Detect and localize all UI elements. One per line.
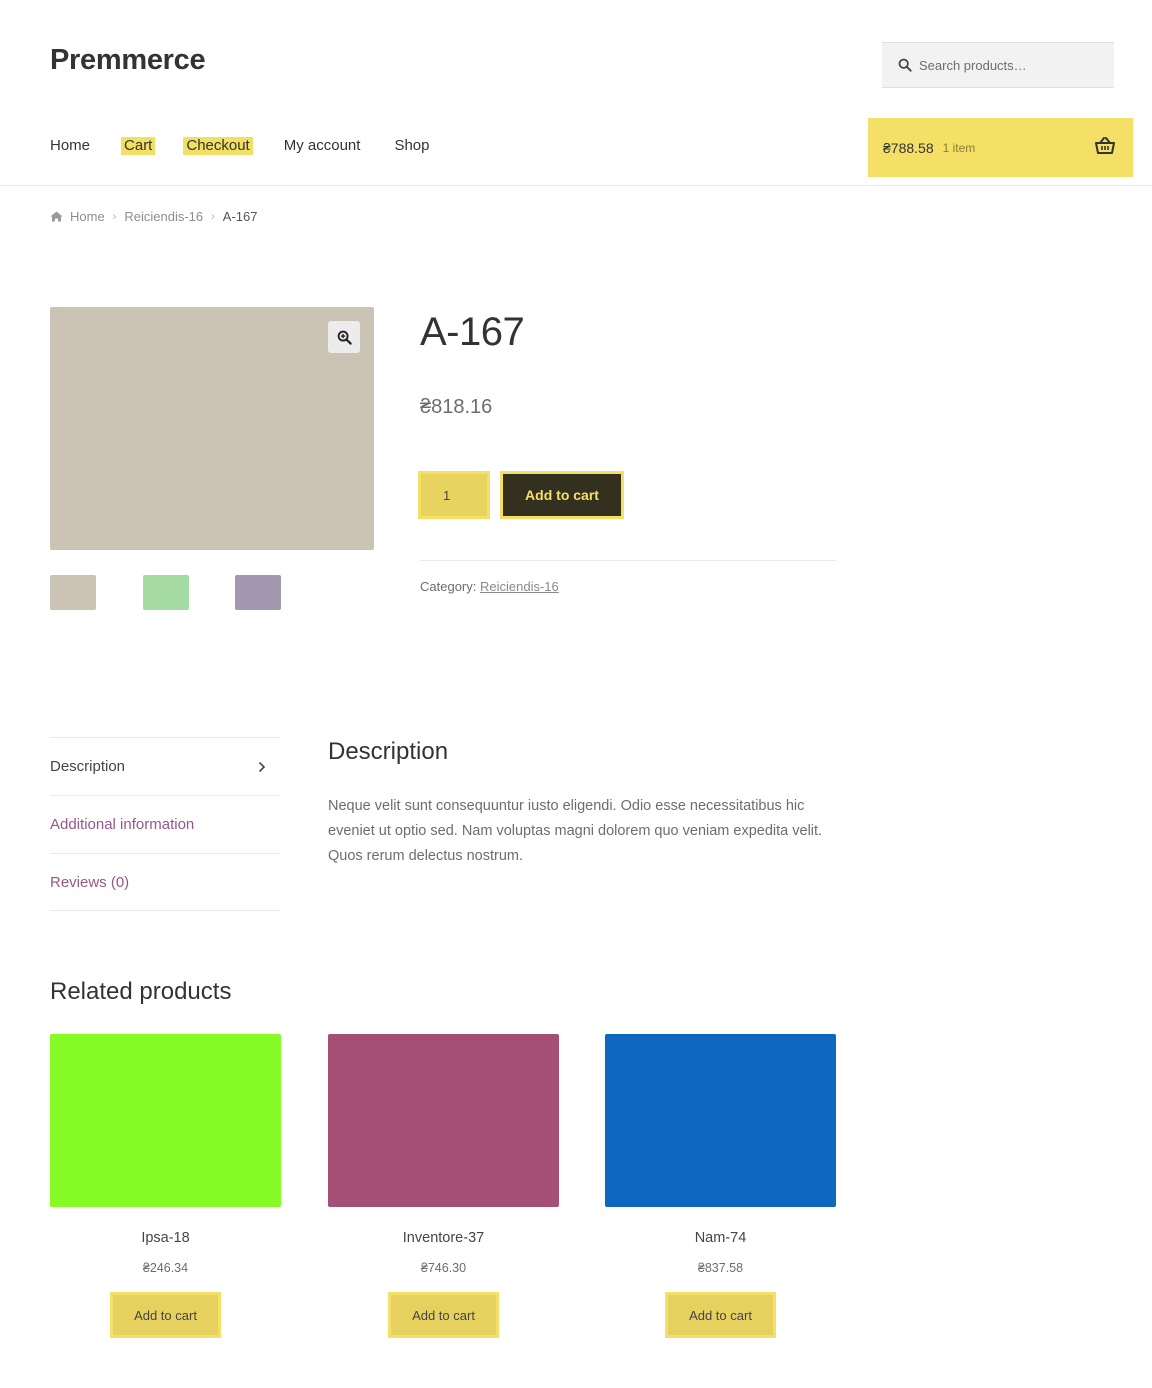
primary-navigation: Home Cart Checkout My account Shop: [50, 137, 463, 155]
cart-item-count: 1 item: [942, 140, 976, 155]
related-product-image[interactable]: [328, 1034, 559, 1207]
chevron-right-icon: ›: [211, 210, 215, 223]
tab-reviews[interactable]: Reviews (0): [50, 853, 280, 911]
header-cart-button[interactable]: ₴788.58 1 item: [868, 118, 1133, 177]
product-thumbnail[interactable]: [50, 575, 96, 610]
tab-label: Description: [50, 758, 126, 775]
add-to-cart-button[interactable]: Add to cart: [500, 471, 624, 519]
tab-label: Reviews (0): [50, 873, 130, 891]
cart-amount: ₴788.58: [883, 139, 934, 156]
breadcrumb-home[interactable]: Home: [70, 209, 105, 224]
zoom-in-icon: [337, 330, 352, 345]
zoom-button[interactable]: [328, 321, 360, 353]
related-add-to-cart-button[interactable]: Add to cart: [110, 1292, 221, 1338]
related-products-heading: Related products: [50, 978, 232, 1005]
product-thumbnail[interactable]: [143, 575, 189, 610]
nav-item-checkout[interactable]: Checkout: [183, 137, 253, 155]
product-tabs: Description Additional information Revie…: [50, 737, 280, 911]
quantity-input[interactable]: [418, 471, 490, 519]
related-add-to-cart-button[interactable]: Add to cart: [665, 1292, 776, 1338]
header-divider: [0, 185, 1152, 186]
nav-item-my-account[interactable]: My account: [284, 137, 361, 155]
product-main-image[interactable]: [50, 307, 374, 550]
related-product-image[interactable]: [50, 1034, 281, 1207]
nav-item-shop[interactable]: Shop: [394, 137, 429, 155]
home-icon: [50, 211, 63, 222]
related-product-name[interactable]: Nam-74: [605, 1230, 836, 1246]
related-product-price: ₴837.58: [697, 1261, 744, 1275]
related-add-to-cart-button[interactable]: Add to cart: [388, 1292, 499, 1338]
search-icon: [898, 58, 912, 72]
breadcrumb-current: A-167: [222, 209, 258, 224]
basket-icon: [1095, 137, 1115, 154]
category-label: Category:: [420, 579, 477, 594]
product-thumbnail[interactable]: [235, 575, 281, 610]
nav-item-cart[interactable]: Cart: [121, 137, 156, 155]
product-title: A-167: [420, 310, 525, 354]
nav-item-home[interactable]: Home: [50, 137, 90, 155]
search-box[interactable]: [882, 42, 1114, 88]
site-title[interactable]: Premmerce: [50, 44, 206, 77]
product-meta: Category: Reiciendis-16: [420, 579, 559, 594]
breadcrumb-category[interactable]: Reiciendis-16: [124, 209, 203, 224]
related-product-name[interactable]: Ipsa-18: [50, 1230, 281, 1246]
related-product-image[interactable]: [605, 1034, 836, 1207]
tab-additional-information[interactable]: Additional information: [50, 795, 280, 853]
description-text: Neque velit sunt consequuntur iusto elig…: [328, 798, 823, 864]
search-input[interactable]: [919, 57, 1099, 73]
description-heading: Description: [328, 738, 449, 765]
related-product-name[interactable]: Inventore-37: [328, 1230, 559, 1246]
category-link[interactable]: Reiciendis-16: [480, 579, 559, 594]
meta-divider: [420, 560, 836, 561]
chevron-right-icon: ›: [112, 210, 117, 223]
tab-label: Additional information: [50, 816, 195, 833]
related-product-price: ₴746.30: [420, 1261, 467, 1275]
tab-description[interactable]: Description: [50, 737, 280, 795]
product-price: ₴818.16: [420, 396, 493, 418]
breadcrumb: Home › Reiciendis-16 › A-167: [50, 209, 258, 224]
chevron-right-icon: [258, 761, 266, 772]
related-product-price: ₴246.34: [142, 1261, 189, 1275]
